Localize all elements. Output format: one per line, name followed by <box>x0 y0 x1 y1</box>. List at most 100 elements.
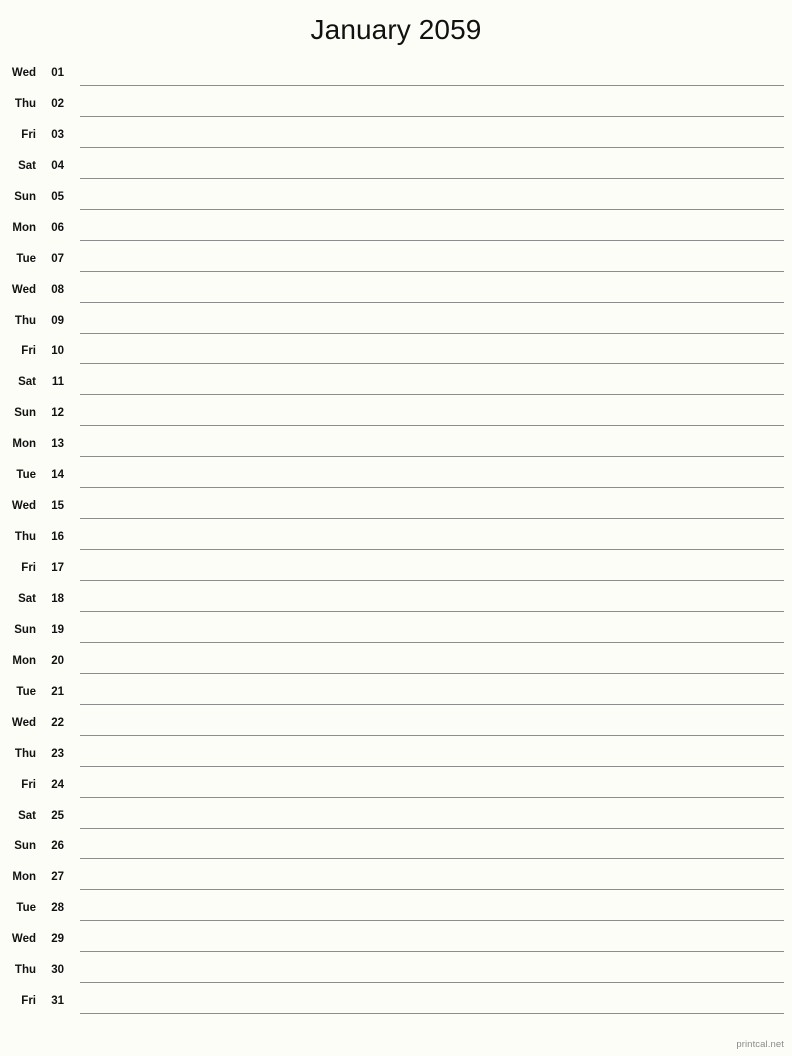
day-number: 04 <box>51 159 64 172</box>
day-row[interactable]: Fri 31 <box>0 988 792 1019</box>
day-row[interactable]: Fri 24 <box>0 772 792 803</box>
day-label-group: Thu 23 <box>0 741 72 767</box>
writing-line[interactable] <box>80 796 784 798</box>
day-number: 31 <box>51 995 64 1008</box>
writing-line[interactable] <box>80 239 784 241</box>
day-row[interactable]: Sat 04 <box>0 153 792 184</box>
day-label-group: Mon 13 <box>0 431 72 457</box>
weekday-label: Tue <box>16 685 36 698</box>
day-label-group: Fri 17 <box>0 555 72 581</box>
writing-line[interactable] <box>80 425 784 427</box>
day-number: 07 <box>51 252 64 265</box>
writing-line[interactable] <box>80 146 784 148</box>
day-label-group: Thu 09 <box>0 308 72 334</box>
weekday-label: Thu <box>14 531 36 544</box>
writing-line[interactable] <box>80 641 784 643</box>
day-number: 20 <box>51 654 64 667</box>
writing-line[interactable] <box>80 858 784 860</box>
writing-line[interactable] <box>80 610 784 612</box>
day-row[interactable]: Mon 27 <box>0 864 792 895</box>
writing-line[interactable] <box>80 115 784 117</box>
day-row[interactable]: Thu 02 <box>0 91 792 122</box>
day-row[interactable]: Tue 21 <box>0 679 792 710</box>
writing-line[interactable] <box>80 394 784 396</box>
page-title: January 2059 <box>310 14 482 45</box>
writing-line[interactable] <box>80 827 784 829</box>
day-label-group: Sun 19 <box>0 617 72 643</box>
writing-line[interactable] <box>80 951 784 953</box>
day-row[interactable]: Mon 13 <box>0 431 792 462</box>
day-number: 08 <box>51 283 64 296</box>
writing-line[interactable] <box>80 332 784 334</box>
day-row[interactable]: Tue 28 <box>0 895 792 926</box>
day-label-group: Thu 30 <box>0 957 72 983</box>
writing-line[interactable] <box>80 982 784 984</box>
writing-line[interactable] <box>80 487 784 489</box>
writing-line[interactable] <box>80 920 784 922</box>
day-row[interactable]: Thu 09 <box>0 308 792 339</box>
day-rows-container: Wed 01 Thu 02 Fri 03 Sat 04 Sun 05 Mon 06 Tue 07 Wed 08… <box>0 60 792 1019</box>
writing-line[interactable] <box>80 301 784 303</box>
day-row[interactable]: Sat 11 <box>0 369 792 400</box>
weekday-label: Sun <box>14 840 36 853</box>
day-label-group: Mon 27 <box>0 864 72 890</box>
day-number: 30 <box>51 964 64 977</box>
writing-line[interactable] <box>80 85 784 86</box>
writing-line[interactable] <box>80 177 784 179</box>
day-number: 26 <box>51 840 64 853</box>
day-row[interactable]: Sun 12 <box>0 400 792 431</box>
day-number: 22 <box>51 716 64 729</box>
weekday-label: Fri <box>21 562 36 574</box>
weekday-label: Tue <box>16 252 36 265</box>
day-row[interactable]: Fri 03 <box>0 122 792 153</box>
writing-line[interactable] <box>80 734 784 736</box>
weekday-label: Tue <box>16 902 36 915</box>
day-label-group: Tue 28 <box>0 895 72 921</box>
day-row[interactable]: Sat 25 <box>0 803 792 834</box>
writing-line[interactable] <box>80 549 784 551</box>
day-label-group: Fri 10 <box>0 338 72 364</box>
writing-line[interactable] <box>80 672 784 674</box>
writing-line[interactable] <box>80 518 784 520</box>
day-label-group: Wed 29 <box>0 926 72 952</box>
weekday-label: Wed <box>11 67 36 79</box>
day-label-group: Wed 01 <box>0 60 72 86</box>
writing-line[interactable] <box>80 1013 784 1015</box>
writing-line[interactable] <box>80 208 784 210</box>
writing-line[interactable] <box>80 765 784 767</box>
day-row[interactable]: Sun 26 <box>0 833 792 864</box>
day-row[interactable]: Mon 06 <box>0 215 792 246</box>
day-row[interactable]: Wed 22 <box>0 710 792 741</box>
writing-line[interactable] <box>80 889 784 891</box>
day-number: 21 <box>51 685 64 698</box>
footer-credit: printcal.net <box>736 1039 784 1050</box>
day-row[interactable]: Tue 07 <box>0 246 792 277</box>
day-row[interactable]: Sat 18 <box>0 586 792 617</box>
day-row[interactable]: Sun 19 <box>0 617 792 648</box>
day-row[interactable]: Thu 30 <box>0 957 792 988</box>
writing-line[interactable] <box>80 270 784 272</box>
weekday-label: Wed <box>11 500 36 513</box>
day-row[interactable]: Wed 08 <box>0 277 792 308</box>
day-row[interactable]: Sun 05 <box>0 184 792 215</box>
writing-line[interactable] <box>80 580 784 581</box>
day-row[interactable]: Wed 15 <box>0 493 792 524</box>
day-number: 16 <box>51 531 64 544</box>
day-row[interactable]: Wed 29 <box>0 926 792 957</box>
day-row[interactable]: Mon 20 <box>0 648 792 679</box>
day-label-group: Sat 18 <box>0 586 72 612</box>
day-number: 23 <box>51 747 64 760</box>
writing-line[interactable] <box>80 363 784 365</box>
day-row[interactable]: Tue 14 <box>0 462 792 493</box>
day-row[interactable]: Fri 10 <box>0 338 792 369</box>
day-row[interactable]: Thu 23 <box>0 741 792 772</box>
writing-line[interactable] <box>80 456 784 458</box>
day-row[interactable]: Fri 17 <box>0 555 792 586</box>
day-number: 15 <box>51 500 64 513</box>
day-number: 01 <box>51 67 64 79</box>
writing-line[interactable] <box>80 703 784 705</box>
day-row[interactable]: Thu 16 <box>0 524 792 555</box>
weekday-label: Wed <box>11 933 36 946</box>
weekday-label: Thu <box>14 747 36 760</box>
day-row[interactable]: Wed 01 <box>0 60 792 91</box>
